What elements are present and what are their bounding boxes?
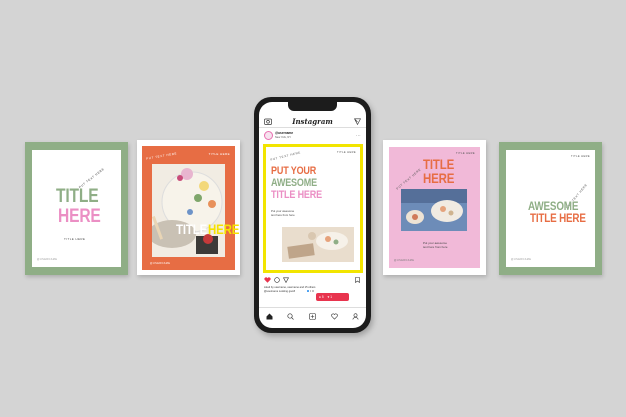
- card-title-line1: TITLE: [423, 156, 455, 172]
- carousel-dot: [309, 290, 312, 292]
- profile-icon[interactable]: [352, 313, 359, 320]
- comment-count: 5: [321, 295, 324, 299]
- post-title-line3: TITLE HERE: [271, 189, 322, 201]
- template-card-orange[interactable]: PUT TEXT HERE TITLE HERE TITLEHERE @USER…: [137, 140, 240, 275]
- card-title-line2: TITLE HERE: [530, 211, 586, 225]
- profile-username[interactable]: @username: [275, 131, 293, 135]
- arc-text: PUT TEXT HERE: [269, 150, 302, 162]
- card-handle: @USERNAME: [150, 262, 171, 265]
- food-photo: [152, 164, 225, 257]
- arc-text: PUT TEXT HERE: [395, 167, 422, 191]
- heart-icon[interactable]: [264, 277, 271, 283]
- post-image[interactable]: PUT TEXT HERE TITLE HERE PUT YOUR AWESOM…: [263, 144, 363, 273]
- activity-icon[interactable]: [331, 313, 338, 320]
- send-icon[interactable]: [354, 118, 361, 125]
- photo-illustration: [401, 189, 467, 231]
- photo-illustration: [152, 168, 223, 254]
- template-card-green-left[interactable]: PUT TEXT HERE TITLE HERE TITLE HERE @USE…: [25, 142, 128, 275]
- notification-badge[interactable]: ● 5 ♥ 1: [316, 293, 349, 301]
- like-count: 1: [330, 295, 333, 299]
- bookmark-icon[interactable]: [355, 277, 360, 283]
- carousel-dots: [307, 279, 317, 292]
- card-handle: @USERNAME: [37, 258, 58, 261]
- card-title: TITLEHERE: [176, 221, 240, 239]
- phone-notch: [288, 102, 337, 111]
- card-canvas: PUT TEXT HERE TITLE HERE TITLEHERE @USER…: [142, 146, 240, 270]
- card-title-line2: HERE: [58, 206, 101, 227]
- comment-count-icon: ●: [319, 295, 321, 299]
- avatar[interactable]: [264, 131, 273, 140]
- liked-by-text: Liked by username, username and 15 other…: [264, 286, 316, 289]
- nav-divider: [259, 307, 366, 308]
- home-icon[interactable]: [266, 313, 273, 320]
- profile-location: New York, NY: [275, 136, 292, 139]
- phone-mockup: Instagram @username New York, NY ··· PUT…: [254, 97, 371, 333]
- photo-illustration: [282, 227, 354, 262]
- card-top-label: TITLE HERE: [208, 152, 230, 156]
- card-title-line1: TITLE: [56, 186, 99, 207]
- post-body-line2: text here from here: [271, 213, 295, 217]
- card-title-line2: HERE: [423, 170, 455, 186]
- card-canvas: TITLE HERE PUT TEXT HERE TITLE HERE Put …: [389, 147, 480, 268]
- carousel-dot-active: [307, 290, 309, 292]
- card-handle: @USERNAME: [394, 259, 415, 262]
- carousel-dot: [312, 290, 314, 292]
- card-top-label: TITLE HERE: [571, 155, 590, 158]
- card-canvas: PUT TEXT HERE TITLE HERE TITLE HERE @USE…: [32, 150, 121, 267]
- post-top-label: TITLE HERE: [337, 151, 356, 154]
- more-options-icon[interactable]: ···: [356, 133, 361, 138]
- card-body-line2: text here from here: [423, 245, 448, 249]
- comment-icon[interactable]: [274, 277, 280, 283]
- card-subtitle: TITLE HERE: [64, 237, 86, 241]
- post-photo: [282, 227, 354, 262]
- share-icon[interactable]: [283, 277, 289, 283]
- arc-text: PUT TEXT HERE: [145, 151, 178, 161]
- template-card-pink[interactable]: TITLE HERE PUT TEXT HERE TITLE HERE Put …: [383, 140, 486, 275]
- card-top-label: TITLE HERE: [456, 152, 475, 155]
- search-icon[interactable]: [287, 313, 294, 320]
- add-icon[interactable]: [309, 313, 316, 320]
- header-divider: [259, 127, 366, 128]
- instagram-screen: Instagram @username New York, NY ··· PUT…: [259, 102, 366, 328]
- post-title-line2: AWESOME: [271, 177, 317, 189]
- post-title-line1: PUT YOUR: [271, 165, 317, 177]
- card-title-word2: HERE: [207, 221, 240, 237]
- app-title: Instagram: [292, 117, 333, 126]
- jeans-photo: [401, 189, 467, 231]
- caption-comment: @username Looking good!: [264, 290, 296, 293]
- card-handle: @USERNAME: [511, 258, 532, 261]
- card-title-word1: TITLE: [176, 221, 208, 237]
- template-card-green-right[interactable]: TITLE HERE PUT TEXT HERE AWESOME TITLE H…: [499, 142, 602, 275]
- card-canvas: TITLE HERE PUT TEXT HERE AWESOME TITLE H…: [506, 150, 595, 267]
